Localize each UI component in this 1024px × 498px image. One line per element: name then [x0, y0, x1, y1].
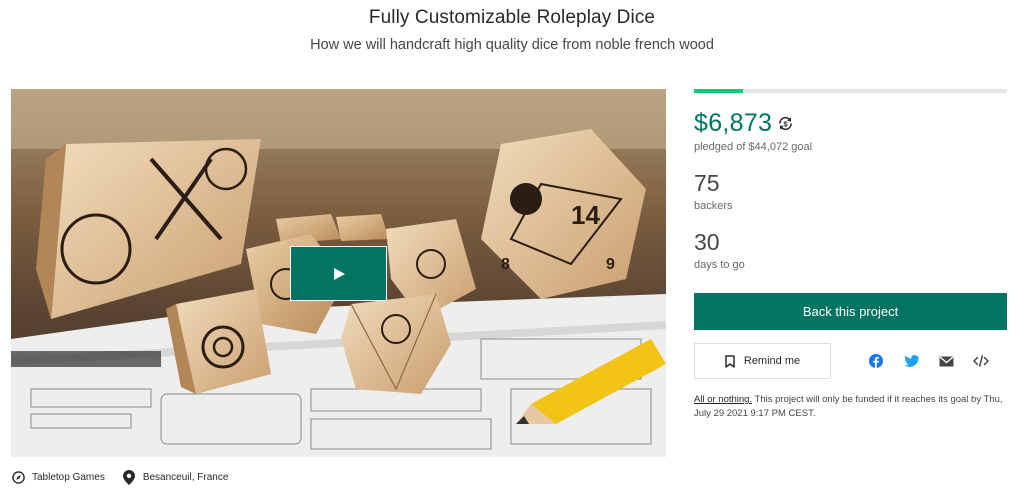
pledged-amount: $6,873 — [694, 109, 773, 137]
project-title: Fully Customizable Roleplay Dice — [368, 7, 656, 28]
project-meta: Tabletop Games Besanceuil, France — [11, 469, 245, 485]
svg-text:14: 14 — [571, 200, 600, 230]
embed-icon[interactable] — [972, 352, 990, 370]
bookmark-icon — [725, 354, 735, 368]
remind-me-label: Remind me — [743, 355, 801, 367]
compass-icon — [11, 470, 25, 484]
email-icon[interactable] — [937, 352, 955, 370]
funding-progress-bar — [694, 89, 1007, 93]
days-left-label: days to go — [694, 259, 745, 271]
svg-text:8: 8 — [501, 256, 510, 273]
funding-notice: All or nothing. This project will only b… — [694, 393, 1007, 421]
backers-count: 75 — [694, 170, 720, 196]
category-link[interactable]: Tabletop Games — [11, 470, 105, 484]
location-label: Besanceuil, France — [142, 471, 229, 483]
all-or-nothing-link[interactable]: All or nothing. — [694, 394, 752, 405]
remind-me-button[interactable]: Remind me — [694, 343, 831, 379]
play-icon — [333, 267, 345, 280]
map-pin-icon — [122, 469, 136, 485]
funding-progress-fill — [694, 89, 743, 93]
play-button[interactable] — [290, 246, 387, 301]
share-buttons — [867, 352, 1007, 370]
days-left-count: 30 — [694, 229, 720, 255]
pledged-goal-label: pledged of $44,072 goal — [694, 141, 813, 153]
category-label: Tabletop Games — [32, 471, 105, 483]
twitter-icon[interactable] — [902, 352, 920, 370]
backers-label: backers — [694, 200, 733, 212]
currency-conversion-icon[interactable]: $ — [776, 115, 794, 133]
funding-panel: $6,873 $ pledged of $44,072 goal 75 back… — [694, 89, 1007, 421]
location-link[interactable]: Besanceuil, France — [122, 469, 229, 485]
facebook-icon[interactable] — [867, 352, 885, 370]
svg-text:9: 9 — [606, 256, 615, 273]
project-video[interactable]: 14 8 9 — [11, 89, 666, 457]
back-project-button[interactable]: Back this project — [694, 293, 1007, 330]
project-subtitle: How we will handcraft high quality dice … — [310, 37, 714, 53]
